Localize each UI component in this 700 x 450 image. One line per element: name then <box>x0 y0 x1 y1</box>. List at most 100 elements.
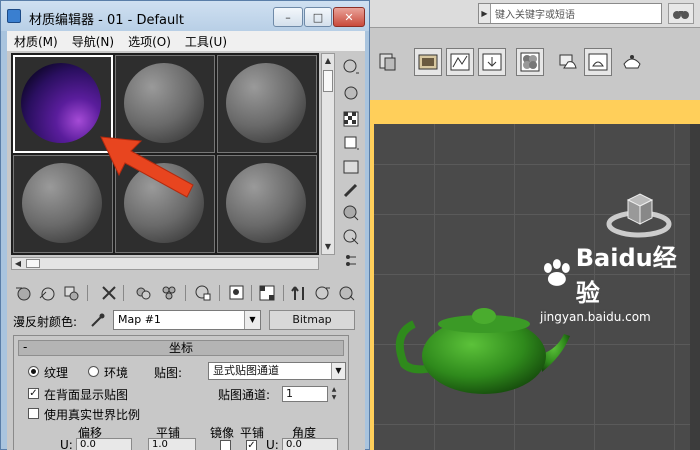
curve-editor-icon[interactable] <box>446 48 474 76</box>
put-to-library-icon[interactable] <box>159 284 179 302</box>
baidu-paw-logo <box>543 259 570 286</box>
show-map-on-back-label: 在背面显示贴图 <box>44 388 129 402</box>
diffuse-color-row: 漫反射颜色: Map #1 ▼ Bitmap <box>7 309 365 331</box>
assign-material-icon[interactable] <box>61 284 81 302</box>
render-production-icon[interactable] <box>618 48 646 76</box>
u-tiling-field[interactable]: 1.0 <box>148 438 196 450</box>
mapping-label: 贴图: <box>154 366 183 380</box>
editor-client-area: ▲ ▼ ◀ 漫反射颜色: Map #1 ▼ Bitmap - 坐标 纹理 环境 … <box>7 51 365 450</box>
chevron-down-icon[interactable]: ▼ <box>331 363 345 379</box>
real-world-scale-label: 使用真实世界比例 <box>44 408 141 422</box>
show-shaded-map-icon[interactable] <box>227 284 247 302</box>
gray-sphere <box>226 163 306 243</box>
close-button[interactable]: ✕ <box>333 7 365 27</box>
map-channel-spinner[interactable]: 1 <box>282 386 328 402</box>
map-type-button[interactable]: Bitmap <box>269 310 355 330</box>
get-material-icon[interactable] <box>13 284 33 302</box>
layer-manager-icon[interactable] <box>374 48 402 76</box>
u-row-label: U: <box>60 438 73 450</box>
map-name-value: Map #1 <box>118 313 161 326</box>
mirror-column-header: 镜像 <box>210 426 235 440</box>
environ-label: 环境 <box>104 366 129 380</box>
u-tiling-value: 1.0 <box>152 439 168 450</box>
scene-explorer-icon[interactable] <box>414 48 442 76</box>
mapping-dropdown[interactable]: 显式贴图通道 ▼ <box>208 362 346 380</box>
menu-material[interactable]: 材质(M) <box>7 33 65 50</box>
make-unique-icon[interactable] <box>133 284 153 302</box>
max-main-window: ▶ 键入关键字或短语 Baidu经验 jingyan.baidu.com <box>370 0 700 450</box>
scroll-thumb[interactable] <box>26 259 40 268</box>
go-to-parent-icon[interactable] <box>289 284 309 302</box>
schematic-view-icon[interactable] <box>478 48 506 76</box>
sample-slots-grid <box>11 53 319 255</box>
go-forward-sibling-icon[interactable] <box>313 284 333 302</box>
rendered-frame-icon[interactable] <box>584 48 612 76</box>
sample-slot-3[interactable] <box>217 55 317 153</box>
material-id-channel-icon[interactable] <box>193 284 213 302</box>
menu-bar: 材质(M) 导航(N) 选项(O) 工具(U) <box>7 31 365 51</box>
bottom-toolbar <box>7 281 365 305</box>
title-bar[interactable]: 材质编辑器 - 01 - Default – □ ✕ <box>1 1 369 31</box>
uv-tiling-icon[interactable] <box>341 133 361 153</box>
material-editor-window: 材质编辑器 - 01 - Default – □ ✕ 材质(M) 导航(N) 选… <box>0 0 370 450</box>
menu-utilities[interactable]: 工具(U) <box>178 33 234 50</box>
tile-column-header: 平铺 <box>240 426 265 440</box>
mapping-value: 显式贴图通道 <box>213 364 279 377</box>
video-color-check-icon[interactable] <box>341 157 361 177</box>
menu-navigation[interactable]: 导航(N) <box>65 33 121 50</box>
u-mirror-checkbox[interactable] <box>220 440 231 450</box>
expand-arrow-icon[interactable]: ▶ <box>479 4 491 23</box>
spinner-arrows-icon[interactable]: ▲ ▼ <box>330 386 338 402</box>
select-by-material-icon[interactable] <box>341 227 361 247</box>
binoculars-icon <box>673 11 689 19</box>
reset-map-icon[interactable] <box>99 284 119 302</box>
sample-slot-6[interactable] <box>217 155 317 253</box>
u-offset-value: 0.0 <box>80 439 96 450</box>
map-name-field[interactable]: Map #1 ▼ <box>113 310 261 330</box>
main-toolbar <box>370 28 700 100</box>
scroll-up-icon[interactable]: ▲ <box>322 54 334 68</box>
sample-type-icon[interactable] <box>341 57 361 77</box>
scroll-left-icon[interactable]: ◀ <box>12 258 24 269</box>
map-channel-label: 贴图通道: <box>218 388 271 402</box>
put-material-icon[interactable] <box>37 284 57 302</box>
real-world-scale-checkbox[interactable] <box>28 408 39 419</box>
u-tile-checkbox[interactable]: ✓ <box>246 440 257 450</box>
side-toolbar <box>337 53 365 273</box>
options-icon[interactable] <box>341 203 361 223</box>
make-preview-icon[interactable] <box>341 181 361 201</box>
watermark-url: jingyan.baidu.com <box>540 310 651 324</box>
menu-options[interactable]: 选项(O) <box>121 33 178 50</box>
app-icon <box>7 9 21 23</box>
background-checker-icon[interactable] <box>341 109 361 129</box>
texture-radio[interactable] <box>28 366 39 377</box>
search-field[interactable]: ▶ 键入关键字或短语 <box>478 3 662 24</box>
slots-horizontal-scrollbar[interactable]: ◀ <box>11 257 319 270</box>
eyedropper-icon[interactable] <box>89 311 107 329</box>
show-end-result-icon[interactable] <box>257 284 277 302</box>
rollout-header[interactable]: - 坐标 <box>18 340 344 356</box>
texture-label: 纹理 <box>44 366 69 380</box>
search-binoculars-button[interactable] <box>668 3 694 24</box>
maximize-button[interactable]: □ <box>304 7 332 27</box>
render-setup-icon[interactable] <box>554 48 582 76</box>
u-offset-field[interactable]: 0.0 <box>76 438 132 450</box>
u-angle-field[interactable]: 0.0 <box>282 438 338 450</box>
slots-vertical-scrollbar[interactable]: ▲ ▼ <box>321 53 335 255</box>
map-channel-value: 1 <box>286 387 293 400</box>
material-options-icon[interactable] <box>337 284 357 302</box>
info-center-bar: ▶ 键入关键字或短语 <box>370 0 700 28</box>
show-map-on-back-checkbox[interactable]: ✓ <box>28 388 39 399</box>
material-map-navigator-icon[interactable] <box>341 251 361 271</box>
minimize-button[interactable]: – <box>273 7 303 27</box>
material-editor-icon[interactable] <box>516 48 544 76</box>
scroll-thumb[interactable] <box>323 70 333 92</box>
chevron-down-icon[interactable]: ▼ <box>244 311 260 329</box>
environ-radio[interactable] <box>88 366 99 377</box>
coordinates-rollout: - 坐标 纹理 环境 贴图: 显式贴图通道 ▼ ✓ 在背面显示贴图 贴图通道: … <box>13 335 349 450</box>
backlight-icon[interactable] <box>341 83 361 103</box>
viewcube-icon[interactable] <box>606 182 676 242</box>
watermark-logo-text: Baidu经验 <box>575 244 677 307</box>
scroll-down-icon[interactable]: ▼ <box>322 240 334 254</box>
gray-sphere <box>226 63 306 143</box>
